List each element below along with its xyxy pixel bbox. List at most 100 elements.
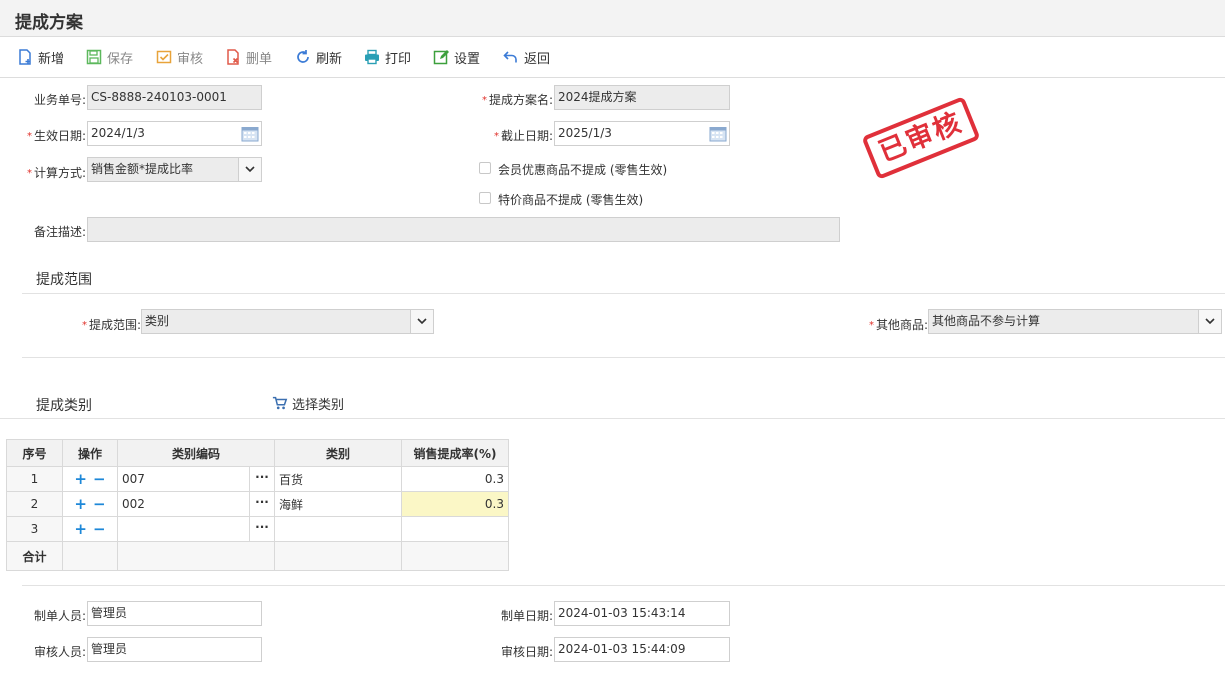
back-button[interactable]: 返回 <box>502 47 550 67</box>
check-box-icon <box>156 50 172 64</box>
col-header-category: 类别 <box>274 439 402 467</box>
create-date-field[interactable]: 2024-01-03 15:43:14 <box>554 601 730 626</box>
scope-value: 类别 <box>145 314 170 328</box>
row-ops: + − <box>62 516 118 542</box>
calendar-icon[interactable] <box>241 125 259 142</box>
table-row: 1 + − 007 ··· 百货 0.3 <box>6 466 509 492</box>
end-date-label: * 截止日期: <box>440 127 553 144</box>
table-total-row: 合计 <box>6 541 509 571</box>
scope-select[interactable]: 类别 <box>141 309 434 334</box>
plan-name-label-text: 提成方案名: <box>488 93 553 107</box>
new-button[interactable]: 新增 <box>16 47 64 67</box>
divider <box>0 418 1225 419</box>
end-date-value: 2025/1/3 <box>558 126 612 140</box>
title-bar: 提成方案 <box>0 0 1225 37</box>
remove-row-icon[interactable]: − <box>93 522 106 537</box>
total-cell <box>274 541 402 571</box>
select-category-button[interactable]: 选择类别 <box>272 393 344 413</box>
table-row: 2 + − 002 ··· 海鲜 0.3 <box>6 491 509 517</box>
category-section-title: 提成类别 <box>36 398 92 414</box>
audit-button-label: 审核 <box>177 51 204 67</box>
other-goods-select[interactable]: 其他商品不参与计算 <box>928 309 1222 334</box>
settings-button[interactable]: 设置 <box>432 47 480 67</box>
special-price-checkbox[interactable] <box>479 192 491 204</box>
calc-method-select[interactable]: 销售金额*提成比率 <box>87 157 262 182</box>
page-title: 提成方案 <box>15 13 83 33</box>
calc-method-label-text: 计算方式: <box>33 166 86 180</box>
add-row-icon[interactable]: + <box>74 522 87 537</box>
scope-section-title: 提成范围 <box>36 272 92 288</box>
col-header-no: 序号 <box>6 439 63 467</box>
delete-doc-icon <box>227 49 239 65</box>
remove-row-icon[interactable]: − <box>93 497 106 512</box>
col-header-rate: 销售提成率(%) <box>401 439 509 467</box>
audit-date-field[interactable]: 2024-01-03 15:44:09 <box>554 637 730 662</box>
save-button[interactable]: 保存 <box>85 47 133 67</box>
effective-date-field[interactable]: 2024/1/3 <box>87 121 262 146</box>
save-button-label: 保存 <box>107 51 134 67</box>
save-icon <box>86 49 102 65</box>
chevron-down-icon[interactable] <box>410 310 433 333</box>
total-cell <box>62 541 118 571</box>
required-mark: * <box>493 131 499 142</box>
required-mark: * <box>26 168 32 179</box>
doc-no-label: 业务单号: <box>33 93 86 107</box>
calc-method-label: * 计算方式: <box>0 164 86 181</box>
audited-stamp: 已审核 <box>861 96 981 180</box>
category-cell <box>274 516 402 542</box>
end-date-field[interactable]: 2025/1/3 <box>554 121 730 146</box>
category-code-cell[interactable]: ··· <box>117 516 275 542</box>
more-icon[interactable]: ··· <box>249 492 274 516</box>
special-price-label: 特价商品不提成 (零售生效) <box>498 193 644 207</box>
member-discount-checkbox[interactable] <box>479 162 491 174</box>
row-no: 2 <box>6 491 63 517</box>
chevron-down-icon[interactable] <box>238 158 261 181</box>
settings-button-label: 设置 <box>454 51 481 67</box>
remove-row-icon[interactable]: − <box>93 472 106 487</box>
table-header-row: 序号 操作 类别编码 类别 销售提成率(%) <box>6 439 509 467</box>
category-code-cell[interactable]: 007 ··· <box>117 466 275 492</box>
row-ops: + − <box>62 466 118 492</box>
doc-no-field[interactable]: CS-8888-240103-0001 <box>87 85 262 110</box>
required-mark: * <box>81 320 87 331</box>
back-arrow-icon <box>503 51 517 63</box>
rate-cell[interactable]: 0.3 <box>401 466 509 492</box>
scope-label-text: 提成范围: <box>88 318 141 332</box>
category-cell: 百货 <box>274 466 402 492</box>
category-code-cell[interactable]: 002 ··· <box>117 491 275 517</box>
refresh-icon <box>297 50 309 63</box>
category-code-value: 007 <box>122 472 145 486</box>
effective-date-label-text: 生效日期: <box>33 129 86 143</box>
plan-name-label: * 提成方案名: <box>440 91 553 108</box>
row-no: 1 <box>6 466 63 492</box>
chevron-down-icon[interactable] <box>1198 310 1221 333</box>
delete-button-label: 删单 <box>246 51 273 67</box>
add-row-icon[interactable]: + <box>74 497 87 512</box>
remark-field[interactable] <box>87 217 840 242</box>
printer-icon <box>365 49 379 65</box>
add-row-icon[interactable]: + <box>74 472 87 487</box>
col-header-op: 操作 <box>62 439 118 467</box>
rate-cell[interactable]: 0.3 <box>401 491 509 517</box>
scope-label: * 提成范围: <box>60 316 141 333</box>
creator-field[interactable]: 管理员 <box>87 601 262 626</box>
refresh-button[interactable]: 刷新 <box>294 47 342 67</box>
total-cell <box>117 541 275 571</box>
divider <box>22 585 1225 586</box>
end-date-label-text: 截止日期: <box>500 129 553 143</box>
more-icon[interactable]: ··· <box>249 467 274 491</box>
audit-button[interactable]: 审核 <box>155 47 203 67</box>
other-goods-value: 其他商品不参与计算 <box>932 314 1041 328</box>
remark-label: 备注描述: <box>33 225 86 239</box>
more-icon[interactable]: ··· <box>249 517 274 541</box>
print-button[interactable]: 打印 <box>363 47 411 67</box>
calendar-icon[interactable] <box>709 125 727 142</box>
member-discount-label: 会员优惠商品不提成 (零售生效) <box>498 163 668 177</box>
total-label: 合计 <box>6 541 63 571</box>
delete-button[interactable]: 删单 <box>224 47 272 67</box>
plan-name-field[interactable]: 2024提成方案 <box>554 85 730 110</box>
auditor-field[interactable]: 管理员 <box>87 637 262 662</box>
new-doc-icon <box>19 49 31 65</box>
rate-cell[interactable] <box>401 516 509 542</box>
other-goods-label: * 其他商品: <box>840 316 928 333</box>
